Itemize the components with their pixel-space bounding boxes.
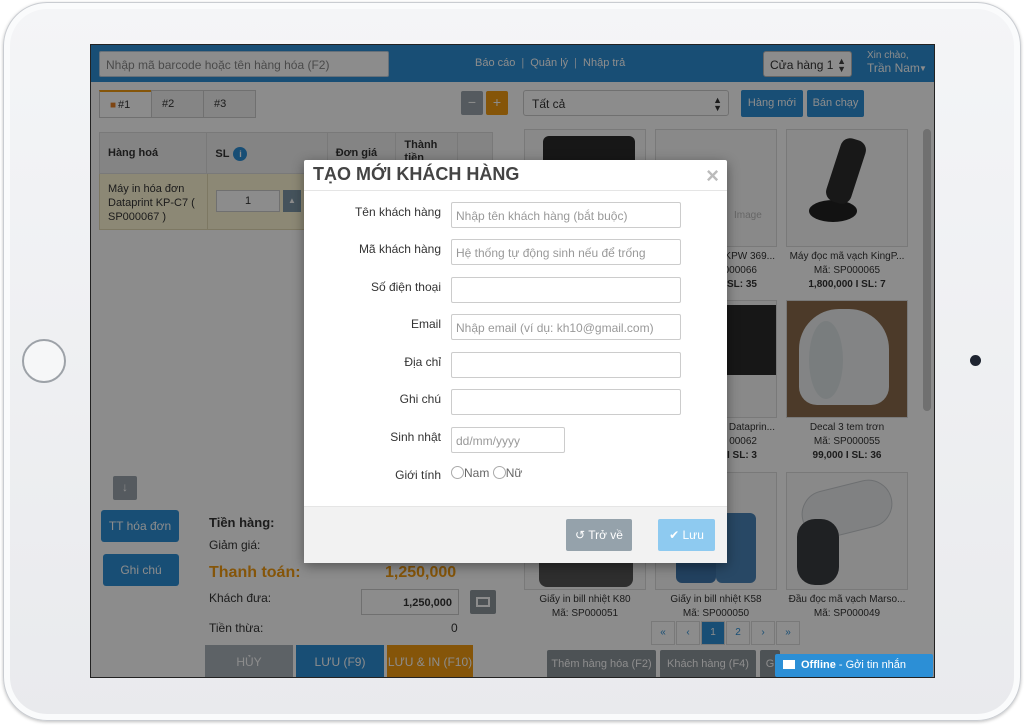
chat-widget[interactable]: Offline - Gởi tin nhắn <box>775 654 933 677</box>
back-button-label: Trở về <box>588 528 623 542</box>
chat-action: Gởi tin nhắn <box>845 659 907 671</box>
camera-dot <box>970 355 981 366</box>
customer-code-row: Mã khách hàng Hệ thống tự động sinh nếu … <box>304 239 727 265</box>
back-button[interactable]: ↺ Trở về <box>566 519 632 551</box>
customer-name-label: Tên khách hàng <box>354 205 441 219</box>
close-icon[interactable]: × <box>706 163 719 189</box>
note-input[interactable] <box>451 389 681 415</box>
address-input[interactable] <box>451 352 681 378</box>
mail-icon <box>783 660 795 669</box>
birthday-row: Sinh nhật dd/mm/yyyy <box>304 427 727 453</box>
phone-input[interactable] <box>451 277 681 303</box>
undo-icon: ↺ <box>575 528 586 542</box>
gender-label: Giới tính <box>395 468 441 482</box>
email-row: Email Nhập email (ví dụ: kh10@gmail.com) <box>304 314 727 340</box>
create-customer-dialog: TẠO MỚI KHÁCH HÀNG × Tên khách hàng Nhập… <box>304 160 727 563</box>
gender-male-radio[interactable] <box>451 466 464 479</box>
dialog-title: TẠO MỚI KHÁCH HÀNG <box>313 164 520 184</box>
dialog-footer: ↺ Trở về ✔ Lưu <box>304 506 727 563</box>
gender-female-radio[interactable] <box>492 466 506 479</box>
home-button <box>22 339 66 383</box>
note-label: Ghi chú <box>399 392 441 406</box>
email-label: Email <box>410 317 441 331</box>
note-row: Ghi chú <box>304 389 727 415</box>
customer-code-label: Mã khách hàng <box>358 242 441 256</box>
address-label: Địa chỉ <box>404 355 441 369</box>
gender-options: Nam Nữ <box>451 466 522 480</box>
app-screen: Nhập mã barcode hoặc tên hàng hóa (F2) B… <box>90 44 935 678</box>
email-input[interactable]: Nhập email (ví dụ: kh10@gmail.com) <box>451 314 681 340</box>
customer-name-row: Tên khách hàng Nhập tên khách hàng (bắt … <box>304 202 727 228</box>
customer-code-input[interactable]: Hệ thống tự động sinh nếu để trống <box>451 239 681 265</box>
check-icon: ✔ <box>669 528 680 542</box>
divider <box>304 190 727 191</box>
birthday-input[interactable]: dd/mm/yyyy <box>451 427 565 453</box>
chat-status: Offline <box>801 659 836 671</box>
phone-row: Số điện thoại <box>304 277 727 303</box>
save-customer-button[interactable]: ✔ Lưu <box>658 519 715 551</box>
save-customer-label: Lưu <box>682 528 704 542</box>
gender-row: Giới tính Nam Nữ <box>304 465 727 491</box>
customer-name-input[interactable]: Nhập tên khách hàng (bắt buộc) <box>451 202 681 228</box>
phone-label: Số điện thoại <box>370 280 441 294</box>
gender-female-label: Nữ <box>505 466 523 480</box>
address-row: Địa chỉ <box>304 352 727 378</box>
gender-male-label: Nam <box>464 466 490 480</box>
birthday-label: Sinh nhật <box>390 430 441 444</box>
